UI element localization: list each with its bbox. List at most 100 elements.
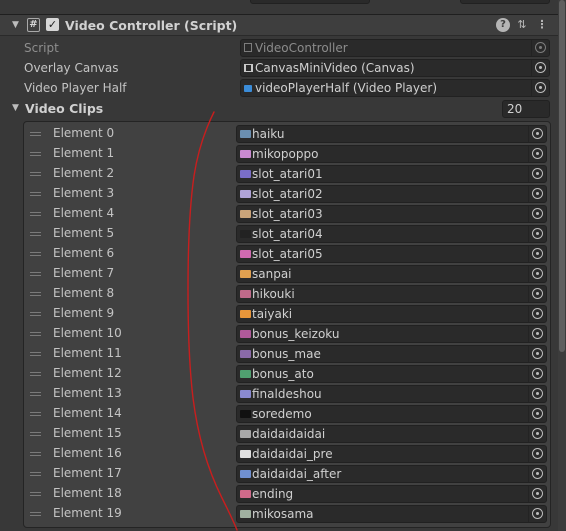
video-clip-field[interactable]: bonus_keizoku xyxy=(236,325,547,343)
object-picker-icon[interactable] xyxy=(528,346,546,362)
video-clips-size-field[interactable]: 20 xyxy=(502,100,550,118)
video-clip-field[interactable]: daidaidai_after xyxy=(236,465,547,483)
element-label: Element 9 xyxy=(53,306,115,320)
element-label: Element 13 xyxy=(53,386,122,400)
video-clip-field[interactable]: bonus_mae xyxy=(236,345,547,363)
video-clip-field[interactable]: slot_atari04 xyxy=(236,225,547,243)
video-clip-field[interactable]: bonus_ato xyxy=(236,365,547,383)
video-clip-field[interactable]: daidaidaidai xyxy=(236,425,547,443)
list-item: Element 0 haiku xyxy=(24,124,550,144)
list-item: Element 19 mikosama xyxy=(24,504,550,524)
video-clip-field[interactable]: hikouki xyxy=(236,285,547,303)
object-picker-icon[interactable] xyxy=(528,266,546,282)
object-picker-icon[interactable] xyxy=(528,466,546,482)
drag-handle-icon[interactable] xyxy=(30,232,41,236)
video-clip-value: taiyaki xyxy=(252,307,293,321)
object-picker-icon[interactable] xyxy=(531,80,549,96)
drag-handle-icon[interactable] xyxy=(30,332,41,336)
drag-handle-icon[interactable] xyxy=(30,312,41,316)
object-picker-icon[interactable] xyxy=(528,246,546,262)
drag-handle-icon[interactable] xyxy=(30,392,41,396)
object-picker-icon[interactable] xyxy=(528,226,546,242)
object-picker-icon[interactable] xyxy=(528,446,546,462)
drag-handle-icon[interactable] xyxy=(30,472,41,476)
drag-handle-icon[interactable] xyxy=(30,172,41,176)
video-clip-field[interactable]: slot_atari02 xyxy=(236,185,547,203)
drag-handle-icon[interactable] xyxy=(30,452,41,456)
video-clip-field[interactable]: taiyaki xyxy=(236,305,547,323)
object-picker-icon[interactable] xyxy=(528,366,546,382)
foldout-arrow-icon[interactable]: ▼ xyxy=(12,103,19,113)
element-label: Element 6 xyxy=(53,246,115,260)
drag-handle-icon[interactable] xyxy=(30,372,41,376)
drag-handle-icon[interactable] xyxy=(30,492,41,496)
drag-handle-icon[interactable] xyxy=(30,252,41,256)
object-picker-icon[interactable] xyxy=(528,406,546,422)
element-label: Element 5 xyxy=(53,226,115,240)
context-menu-icon[interactable]: ⋮ xyxy=(535,18,549,32)
object-picker-icon[interactable] xyxy=(528,166,546,182)
script-field: VideoController xyxy=(240,39,550,57)
object-picker-icon[interactable] xyxy=(531,60,549,76)
object-picker-icon[interactable] xyxy=(528,206,546,222)
video-clip-field[interactable]: ending xyxy=(236,485,547,503)
element-label: Element 12 xyxy=(53,366,122,380)
video-clip-field[interactable]: daidaidai_pre xyxy=(236,445,547,463)
object-picker-icon[interactable] xyxy=(528,386,546,402)
list-item: Element 11 bonus_mae xyxy=(24,344,550,364)
video-clip-field[interactable]: sanpai xyxy=(236,265,547,283)
video-clip-thumbnail-icon xyxy=(240,210,251,218)
drag-handle-icon[interactable] xyxy=(30,432,41,436)
scrollbar-thumb[interactable] xyxy=(559,0,565,352)
video-clip-field[interactable]: haiku xyxy=(236,125,547,143)
overlay-canvas-field[interactable]: CanvasMiniVideo (Canvas) xyxy=(240,59,550,77)
drag-handle-icon[interactable] xyxy=(30,512,41,516)
help-icon[interactable]: ? xyxy=(496,18,510,32)
video-clip-thumbnail-icon xyxy=(240,390,251,398)
drag-handle-icon[interactable] xyxy=(30,132,41,136)
object-picker-icon[interactable] xyxy=(528,126,546,142)
drag-handle-icon[interactable] xyxy=(30,152,41,156)
object-picker-icon[interactable] xyxy=(528,286,546,302)
previous-component-edge xyxy=(0,0,566,12)
object-picker-icon[interactable] xyxy=(528,486,546,502)
drag-handle-icon[interactable] xyxy=(30,352,41,356)
video-clip-field[interactable]: slot_atari05 xyxy=(236,245,547,263)
element-label: Element 16 xyxy=(53,446,122,460)
video-clip-field[interactable]: slot_atari03 xyxy=(236,205,547,223)
video-clip-field[interactable]: finaldeshou xyxy=(236,385,547,403)
foldout-arrow-icon[interactable]: ▼ xyxy=(12,20,19,30)
list-item: Element 4 slot_atari03 xyxy=(24,204,550,224)
inspector-scrollbar[interactable] xyxy=(558,0,566,531)
component-header[interactable]: ▼ # ✓ Video Controller (Script) ? ⇅ ⋮ xyxy=(0,14,558,36)
drag-handle-icon[interactable] xyxy=(30,292,41,296)
video-clip-field[interactable]: mikopoppo xyxy=(236,145,547,163)
video-clip-thumbnail-icon xyxy=(240,190,251,198)
list-item: Element 2 slot_atari01 xyxy=(24,164,550,184)
list-item: Element 6 slot_atari05 xyxy=(24,244,550,264)
object-picker-icon[interactable] xyxy=(528,426,546,442)
object-picker-icon[interactable] xyxy=(528,306,546,322)
video-clip-field[interactable]: soredemo xyxy=(236,405,547,423)
element-label: Element 8 xyxy=(53,286,115,300)
video-clip-field[interactable]: mikosama xyxy=(236,505,547,523)
video-player-half-field[interactable]: videoPlayerHalf (Video Player) xyxy=(240,79,550,97)
object-picker-icon[interactable] xyxy=(528,326,546,342)
list-item: Element 18 ending xyxy=(24,484,550,504)
drag-handle-icon[interactable] xyxy=(30,192,41,196)
previous-field xyxy=(250,0,370,4)
script-property-row: Script VideoController xyxy=(0,38,558,58)
presets-icon[interactable]: ⇅ xyxy=(515,18,529,32)
component-enabled-checkbox[interactable]: ✓ xyxy=(46,18,59,31)
video-clip-field[interactable]: slot_atari01 xyxy=(236,165,547,183)
drag-handle-icon[interactable] xyxy=(30,412,41,416)
object-picker-icon xyxy=(531,40,549,56)
script-icon: # xyxy=(27,18,40,32)
drag-handle-icon[interactable] xyxy=(30,212,41,216)
object-picker-icon[interactable] xyxy=(528,506,546,522)
video-clip-thumbnail-icon xyxy=(240,330,251,338)
object-picker-icon[interactable] xyxy=(528,186,546,202)
object-picker-icon[interactable] xyxy=(528,146,546,162)
drag-handle-icon[interactable] xyxy=(30,272,41,276)
video-clips-header[interactable]: ▼ Video Clips 20 xyxy=(0,99,558,119)
